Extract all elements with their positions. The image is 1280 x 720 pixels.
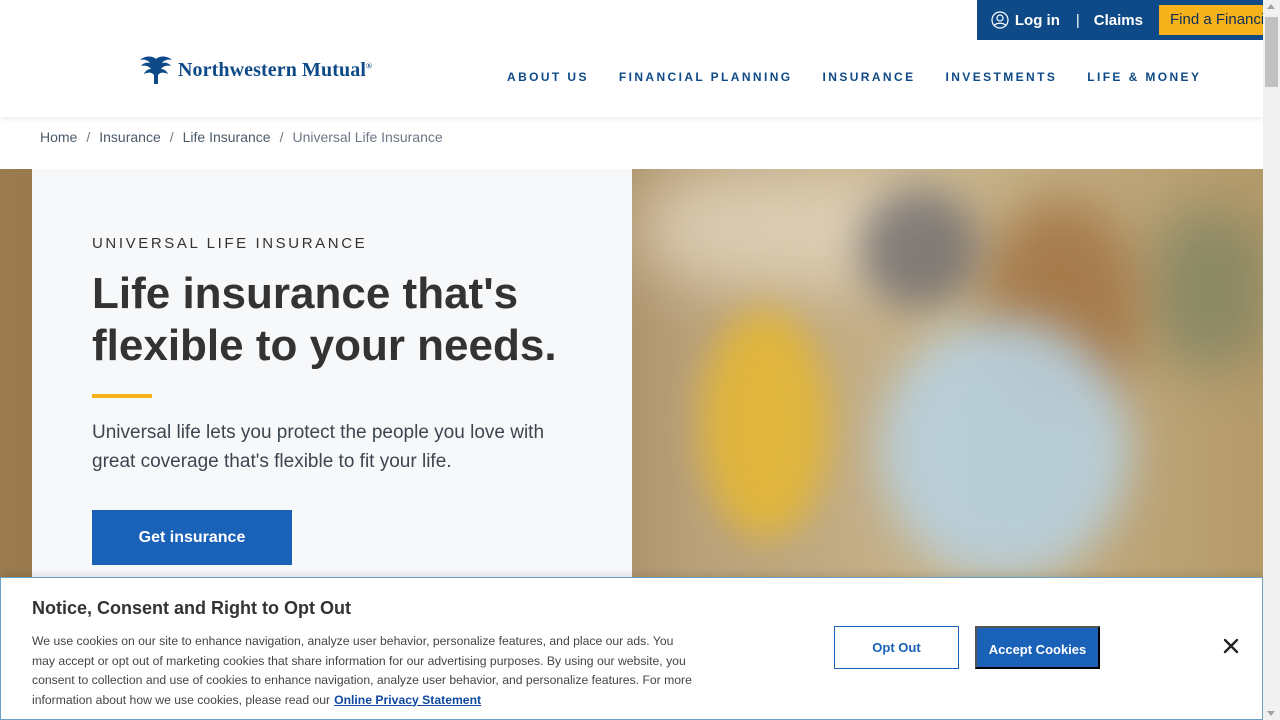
cookie-banner-body: We use cookies on our site to enhance na… <box>32 632 692 710</box>
login-label: Log in <box>1014 11 1060 29</box>
brand-logo[interactable]: Northwestern Mutual® <box>138 55 372 85</box>
hero-card: UNIVERSAL LIFE INSURANCE Life insurance … <box>32 169 632 589</box>
cookie-consent-banner: Notice, Consent and Right to Opt Out We … <box>0 577 1263 720</box>
hero-headline-line2: flexible to your needs. <box>92 321 557 370</box>
privacy-statement-link[interactable]: Online Privacy Statement <box>334 693 481 707</box>
brand-name: Northwestern Mutual® <box>178 59 372 82</box>
scrollbar-thumb[interactable] <box>1265 17 1278 87</box>
opt-out-button[interactable]: Opt Out <box>834 626 959 669</box>
main-nav: ABOUT US FINANCIAL PLANNING INSURANCE IN… <box>507 70 1231 84</box>
scroll-up-arrow-icon[interactable] <box>1267 4 1275 9</box>
breadcrumb-separator: / <box>279 129 284 145</box>
hero-accent-rule <box>92 394 152 398</box>
cookie-banner-title: Notice, Consent and Right to Opt Out <box>32 598 351 618</box>
breadcrumb-current: Universal Life Insurance <box>292 129 443 145</box>
close-icon[interactable] <box>1223 638 1239 654</box>
nav-item-investments[interactable]: INVESTMENTS <box>945 70 1057 84</box>
breadcrumb-separator: / <box>86 129 91 145</box>
login-link[interactable]: Log in <box>991 11 1060 29</box>
hero-headline-line1: Life insurance that's <box>92 269 519 318</box>
accept-cookies-button[interactable]: Accept Cookies <box>975 626 1100 669</box>
breadcrumb-home[interactable]: Home <box>40 129 77 145</box>
breadcrumb-separator: / <box>169 129 174 145</box>
nav-item-financial-planning[interactable]: FINANCIAL PLANNING <box>619 70 793 84</box>
nav-item-insurance[interactable]: INSURANCE <box>823 70 916 84</box>
utility-separator: | <box>1075 11 1080 29</box>
nav-item-life-and-money[interactable]: LIFE & MONEY <box>1087 70 1201 84</box>
breadcrumb-insurance[interactable]: Insurance <box>99 129 160 145</box>
nav-item-about-us[interactable]: ABOUT US <box>507 70 589 84</box>
brand-registered-mark: ® <box>365 60 373 70</box>
brand-name-text: Northwestern Mutual <box>178 58 366 81</box>
get-insurance-button[interactable]: Get insurance <box>92 510 292 565</box>
breadcrumb-life-insurance[interactable]: Life Insurance <box>183 129 271 145</box>
hero-lead: Universal life lets you protect the peop… <box>92 422 545 472</box>
scroll-down-arrow-icon[interactable] <box>1267 711 1275 716</box>
utility-bar: Log in | Claims Find a Financial Advisor <box>976 0 1263 40</box>
breadcrumb: Home / Insurance / Life Insurance / Univ… <box>40 129 443 145</box>
user-icon <box>991 11 1009 29</box>
site-header: Log in | Claims Find a Financial Advisor… <box>0 0 1263 117</box>
find-advisor-button[interactable]: Find a Financial Advisor <box>1159 5 1263 35</box>
hero-headline: Life insurance that's flexible to your n… <box>92 268 632 372</box>
page-scrollbar[interactable] <box>1263 0 1280 720</box>
eagle-logo-icon <box>140 56 172 84</box>
hero-section: UNIVERSAL LIFE INSURANCE Life insurance … <box>0 169 1263 589</box>
hero-eyebrow: UNIVERSAL LIFE INSURANCE <box>92 235 368 252</box>
claims-link[interactable]: Claims <box>1094 12 1143 29</box>
